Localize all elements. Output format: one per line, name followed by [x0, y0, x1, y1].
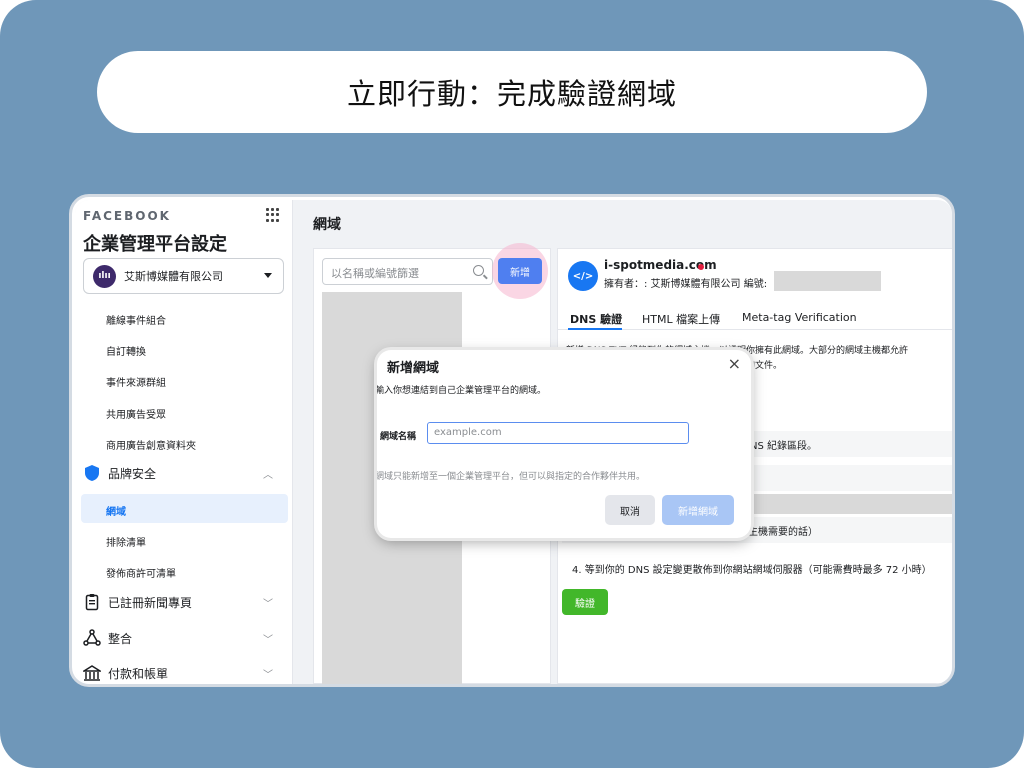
page-title: 網域: [313, 217, 341, 233]
business-avatar: ılıı: [93, 264, 116, 288]
facebook-logo: FACEBOOK: [83, 209, 171, 223]
sidebar-section-registered-news-pages[interactable]: 已註冊新聞專頁 ﹀: [83, 591, 284, 613]
sidebar-item-custom-conversions[interactable]: 自訂轉換: [106, 343, 146, 358]
sidebar-item-offline-event-sets[interactable]: 離線事件組合: [106, 312, 166, 327]
clipboard-icon: [83, 593, 101, 611]
shield-icon: [83, 464, 101, 482]
banner-title: 立即行動：完成驗證網域: [97, 51, 927, 133]
code-icon: </>: [568, 261, 598, 291]
chevron-down-icon: ﹀: [263, 599, 273, 610]
chevron-up-icon: ︿: [263, 470, 273, 481]
caret-down-icon: [264, 273, 272, 278]
txt-record-redacted: [736, 494, 952, 514]
add-domain-confirm-button[interactable]: 新增網域: [662, 495, 734, 525]
apps-grid-icon[interactable]: [266, 208, 280, 222]
search-placeholder: 以名稱或編號篩選: [331, 267, 419, 280]
sidebar-title: 企業管理平台設定: [83, 234, 227, 255]
payments-label: 付款和帳單: [108, 666, 169, 681]
dialog-title: 新增網域: [387, 361, 440, 376]
sidebar-item-publisher-allow-lists[interactable]: 發佈商許可清單: [106, 565, 176, 580]
sidebar-item-domains[interactable]: 網域: [106, 503, 126, 518]
integrations-label: 整合: [108, 631, 133, 646]
tab-html-file-upload[interactable]: HTML 檔案上傳: [642, 311, 720, 327]
domain-name-label: 網域名稱: [380, 432, 417, 442]
dialog-note: 網域只能新增至一個企業管理平台，但可以與指定的合作夥伴共用。: [377, 472, 646, 482]
tab-meta-tag-verification[interactable]: Meta-tag Verification: [742, 311, 857, 324]
background-frame: 立即行動：完成驗證網域 FACEBOOK 企業管理平台設定 ılıı 艾斯博媒體…: [0, 0, 1024, 768]
filter-search-input[interactable]: 以名稱或編號篩選: [322, 258, 493, 285]
business-settings-app: FACEBOOK 企業管理平台設定 ılıı 艾斯博媒體有限公司 離線事件組合 …: [75, 200, 952, 684]
tab-dns-verification[interactable]: DNS 驗證: [570, 311, 622, 327]
domain-name-input[interactable]: example.com: [427, 422, 689, 444]
sidebar-section-integrations[interactable]: 整合 ﹀: [83, 627, 284, 649]
verify-button[interactable]: 驗證: [562, 589, 608, 615]
domain-owner: 擁有者：: 艾斯博媒體有限公司 編號:: [604, 279, 768, 290]
domain-id-redacted: [774, 271, 881, 291]
search-icon: [473, 265, 484, 276]
sidebar-section-brand-safety[interactable]: 品牌安全 ︿: [83, 462, 284, 484]
chevron-down-icon: ﹀: [263, 635, 273, 646]
brand-safety-label: 品牌安全: [108, 466, 157, 481]
sidebar-section-payments[interactable]: 付款和帳單 ﹀: [83, 662, 284, 684]
sidebar-item-event-source-groups[interactable]: 事件來源群組: [106, 374, 166, 389]
cancel-button[interactable]: 取消: [605, 495, 655, 525]
unverified-status-dot: [698, 264, 704, 270]
registered-news-pages-label: 已註冊新聞專頁: [108, 595, 193, 610]
sidebar: FACEBOOK 企業管理平台設定 ılıı 艾斯博媒體有限公司 離線事件組合 …: [75, 200, 293, 684]
screenshot-card: FACEBOOK 企業管理平台設定 ılıı 艾斯博媒體有限公司 離線事件組合 …: [69, 194, 955, 687]
domain-name-placeholder: example.com: [434, 427, 502, 438]
close-icon[interactable]: ×: [728, 354, 741, 373]
sidebar-item-shared-audiences[interactable]: 共用廣告受眾: [106, 406, 166, 421]
network-icon: [83, 629, 101, 647]
sidebar-item-creative-folders[interactable]: 商用廣告創意資料夾: [106, 437, 196, 452]
chevron-down-icon: ﹀: [263, 670, 273, 681]
dialog-subtitle: 輸入你想連結到自己企業管理平台的網域。: [377, 386, 547, 396]
bank-icon: [83, 664, 101, 682]
add-domain-dialog: 新增網域 × 輸入你想連結到自己企業管理平台的網域。 網域名稱 example.…: [377, 350, 751, 538]
sidebar-item-block-lists[interactable]: 排除清單: [106, 534, 146, 549]
add-domain-button[interactable]: 新增: [498, 258, 542, 284]
business-selector[interactable]: ılıı 艾斯博媒體有限公司: [83, 258, 284, 294]
active-tab-indicator: [568, 328, 622, 330]
business-name: 艾斯博媒體有限公司: [124, 270, 223, 283]
step-4-text: 4. 等到你的 DNS 設定變更散佈到你網站網域伺服器（可能需費時最多 72 小…: [572, 565, 932, 576]
